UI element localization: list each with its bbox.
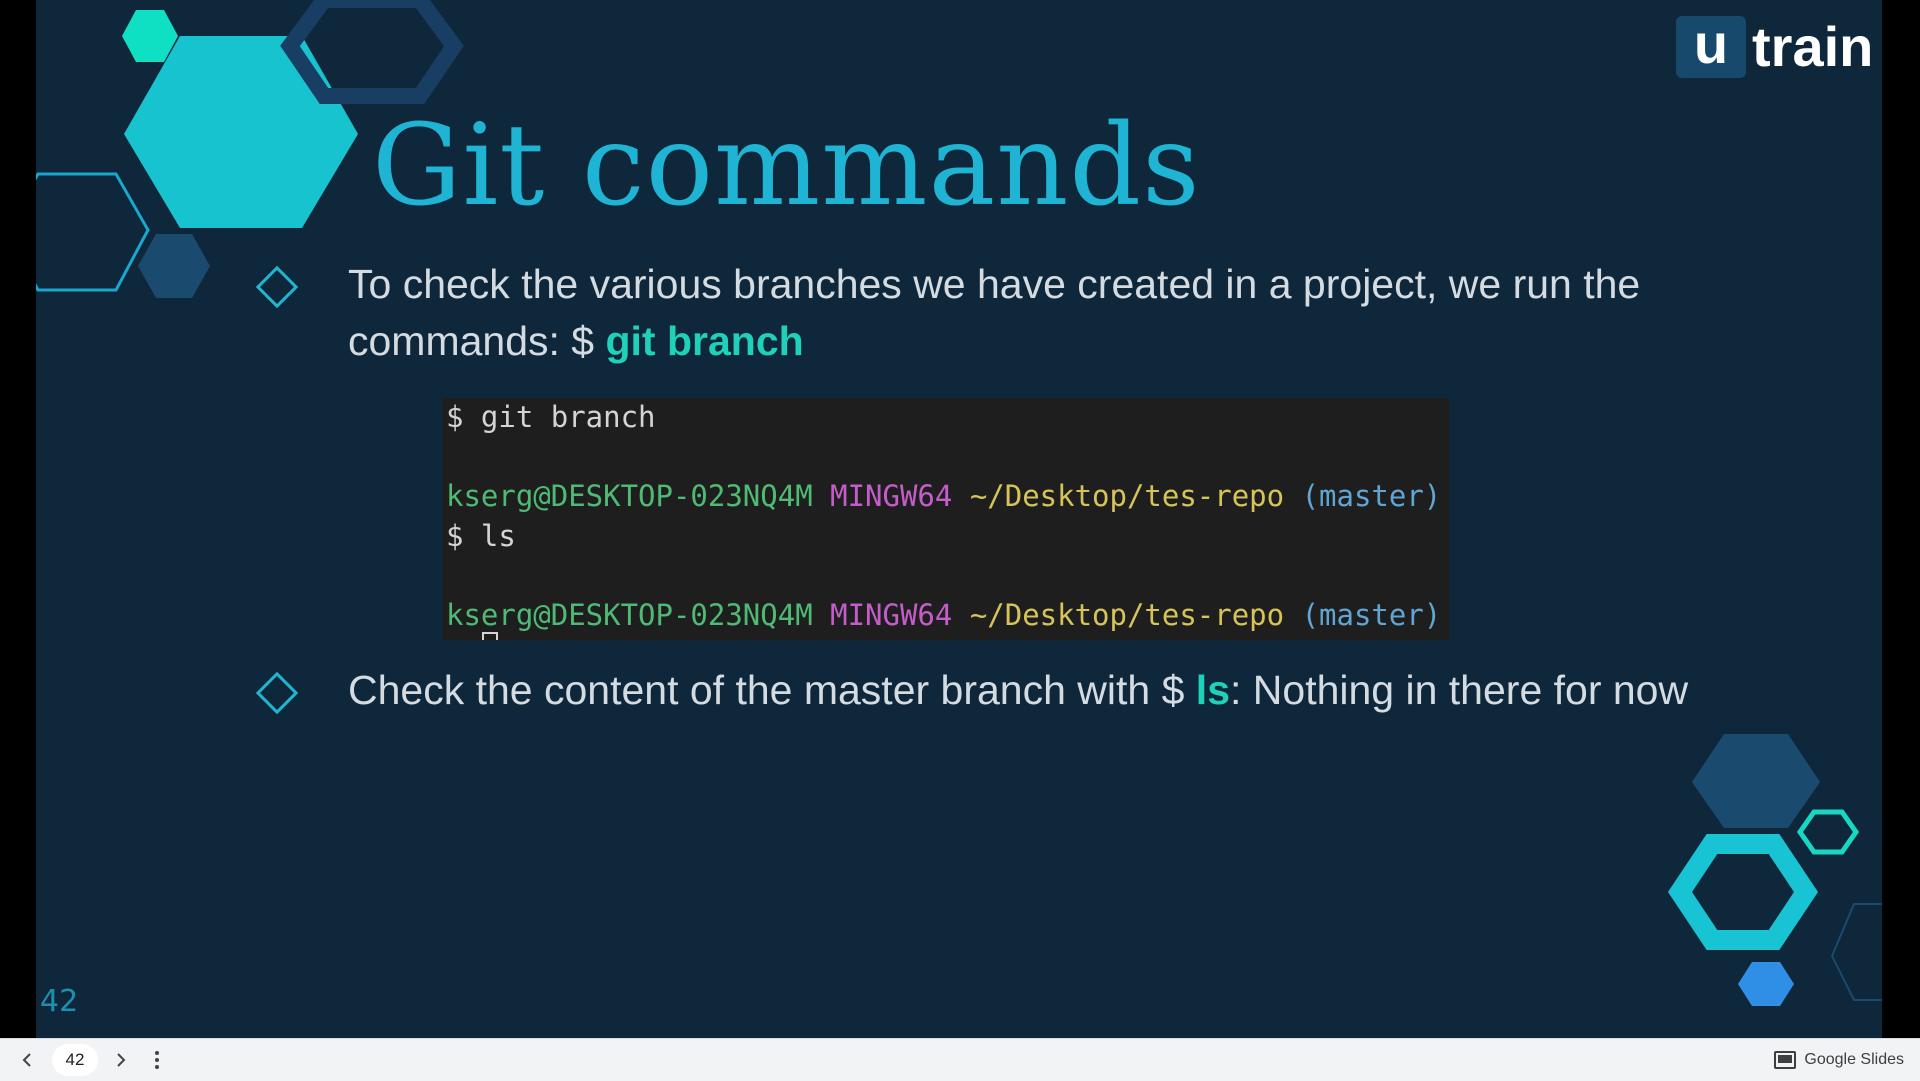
terminal-path: ~/Desktop/tes-repo <box>969 597 1285 632</box>
hexagon-decoration <box>1796 809 1860 855</box>
next-slide-button[interactable] <box>108 1039 134 1081</box>
previous-slide-button[interactable] <box>14 1039 40 1081</box>
slide-canvas: Git commands To check the various branch… <box>36 0 1882 1038</box>
terminal-prompt: kserg@DESKTOP-023NQ4M MINGW64 ~/Desktop/… <box>446 596 1449 636</box>
logo-mark: u <box>1676 15 1746 78</box>
slides-icon <box>1774 1051 1797 1069</box>
diamond-bullet-icon <box>255 265 299 309</box>
terminal-user: kserg@DESKTOP-023NQ4M <box>446 597 813 632</box>
hexagon-decoration <box>36 172 150 292</box>
terminal-branch: (master) <box>1301 597 1442 632</box>
slide-number: 42 <box>40 984 79 1019</box>
bullet-text-after: : Nothing in there for now <box>1230 667 1689 713</box>
diamond-bullet-icon <box>255 671 299 715</box>
terminal-line: $ git branch <box>446 400 656 434</box>
hexagon-decoration <box>280 0 464 104</box>
utrain-logo: u train <box>1676 14 1873 79</box>
terminal-line: $ ls <box>446 518 516 553</box>
bullet-text: Check the content of the master branch w… <box>348 662 1688 719</box>
slide-title: Git commands <box>372 101 1201 231</box>
chevron-left-icon <box>22 1053 31 1067</box>
logo-word: train <box>1752 15 1874 78</box>
chevron-right-icon <box>117 1053 126 1067</box>
hexagon-decoration <box>138 234 210 298</box>
terminal-user: kserg@DESKTOP-023NQ4M <box>446 479 813 513</box>
bullet-text-before: To check the various branches we have cr… <box>348 261 1641 364</box>
bullet-item: To check the various branches we have cr… <box>255 256 1722 370</box>
hexagon-decoration <box>124 36 358 228</box>
more-options-button[interactable] <box>144 1039 170 1081</box>
brand-label: Google Slides <box>1804 1051 1904 1068</box>
terminal-system: MINGW64 <box>830 597 953 632</box>
google-slides-link[interactable]: Google Slides <box>1774 1039 1904 1081</box>
bullet-text: To check the various branches we have cr… <box>348 256 1722 370</box>
bullet-command-highlight: ls <box>1195 667 1230 713</box>
terminal-branch: (master) <box>1301 479 1442 513</box>
more-vert-icon <box>155 1051 159 1069</box>
hexagon-decoration <box>1738 962 1794 1006</box>
terminal-system: MINGW64 <box>830 479 953 513</box>
hexagon-decoration <box>1692 734 1820 828</box>
bullet-text-before: Check the content of the master branch w… <box>348 667 1196 713</box>
bullet-item: Check the content of the master branch w… <box>255 662 1722 719</box>
hexagon-decoration <box>1667 834 1819 950</box>
terminal-path: ~/Desktop/tes-repo <box>969 479 1285 513</box>
terminal-prompt: kserg@DESKTOP-023NQ4M MINGW64 ~/Desktop/… <box>446 477 1449 517</box>
page-number-indicator[interactable]: 42 <box>52 1044 98 1076</box>
bullet-command-highlight: git branch <box>605 318 804 364</box>
terminal-cursor-icon <box>482 632 498 640</box>
presentation-player-bar: 42 Google Slides <box>0 1038 1920 1081</box>
hexagon-decoration <box>1830 903 1882 1001</box>
terminal-screenshot: $ git branch kserg@DESKTOP-023NQ4M MINGW… <box>442 398 1449 640</box>
